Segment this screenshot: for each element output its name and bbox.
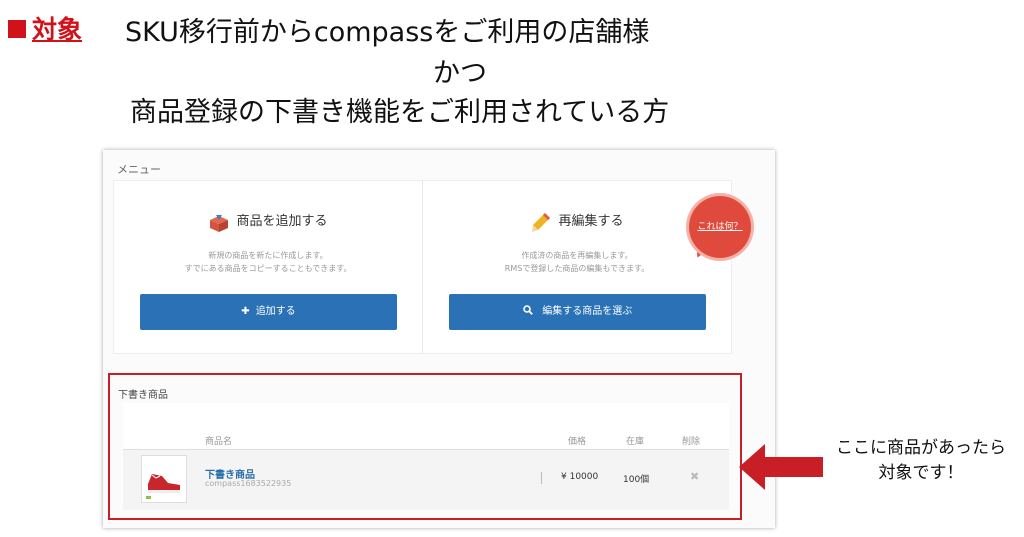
pencil-icon — [530, 211, 552, 233]
menu-box: 商品を追加する 新規の商品を新たに作成します。 すでにある商品をコピーすることも… — [113, 180, 732, 354]
edit-product-title-text: 再編集する — [558, 214, 624, 229]
delete-icon[interactable]: ✖ — [690, 470, 699, 483]
help-bubble[interactable]: これは何？ — [689, 196, 751, 258]
column-header-stock: 在庫 — [626, 437, 645, 447]
menu-label: メニュー — [117, 163, 161, 176]
condition-line-2: かつ — [433, 58, 487, 89]
help-bubble-text: これは何？ — [697, 222, 743, 232]
column-header-delete: 削除 — [682, 437, 701, 447]
add-product-title-text: 商品を追加する — [236, 214, 328, 229]
condition-line-1: SKU移行前からcompassをご利用の店舗様 — [125, 17, 650, 48]
add-product-desc-line2: すでにある商品をコピーすることもできます。 — [184, 264, 352, 273]
add-product-desc: 新規の商品を新たに作成します。 すでにある商品をコピーすることもできます。 — [114, 249, 422, 275]
add-button-label: 追加する — [255, 306, 296, 317]
product-stock: 100個 — [623, 475, 650, 485]
row-separator — [541, 472, 542, 484]
edit-product-desc: 作成済の商品を再編集します。 RMSで登録した商品の編集もできます。 — [423, 249, 731, 275]
product-code: compass1683522935 — [205, 479, 292, 488]
callout-text: ここに商品があったら 対象です！ — [826, 436, 1016, 486]
callout-line-1: ここに商品があったら — [836, 438, 1006, 458]
edit-product-desc-line1: 作成済の商品を再編集します。 — [521, 251, 633, 260]
product-price: ¥ 10000 — [561, 472, 599, 482]
add-product-title: 商品を追加する — [114, 210, 422, 233]
select-product-to-edit-label: 編集する商品を選ぶ — [542, 306, 633, 317]
product-thumbnail — [141, 455, 187, 503]
edit-product-desc-line2: RMSで登録した商品の編集もできます。 — [504, 264, 650, 273]
box-icon — [208, 211, 230, 233]
screenshot-panel: メニュー 商品を追加する 新規の商品を新たに作成します。 すでにある商品をコピー… — [103, 150, 775, 528]
add-button[interactable]: ✚ 追加する — [140, 294, 397, 330]
search-icon — [522, 305, 536, 317]
column-header-price: 価格 — [568, 437, 587, 447]
select-product-to-edit-button[interactable]: 編集する商品を選ぶ — [449, 294, 706, 330]
target-label: 対象 — [32, 15, 83, 44]
condition-line-3: 商品登録の下書き機能をご利用されている方 — [130, 97, 670, 128]
column-header-name: 商品名 — [205, 437, 233, 447]
square-bullet-icon — [8, 20, 26, 38]
draft-products-label: 下書き商品 — [118, 390, 168, 401]
draft-products-table: 商品名 価格 在庫 削除 下書き商品 compass1683522935 ¥ 1… — [123, 403, 729, 510]
add-product-desc-line1: 新規の商品を新たに作成します。 — [208, 251, 328, 260]
plus-icon: ✚ — [241, 306, 250, 317]
draft-products-highlight: 下書き商品 商品名 価格 在庫 削除 下書き商品 compass16835229… — [108, 373, 742, 520]
add-product-section: 商品を追加する 新規の商品を新たに作成します。 すでにある商品をコピーすることも… — [114, 181, 422, 353]
callout-line-2: 対象です！ — [878, 463, 964, 483]
left-arrow-icon — [739, 444, 823, 490]
target-heading: 対象 — [8, 10, 82, 46]
edit-product-section: 再編集する 作成済の商品を再編集します。 RMSで登録した商品の編集もできます。… — [423, 181, 731, 353]
edit-product-title: 再編集する — [423, 210, 731, 233]
table-row[interactable]: 下書き商品 compass1683522935 ¥ 10000 100個 ✖ — [123, 449, 729, 510]
